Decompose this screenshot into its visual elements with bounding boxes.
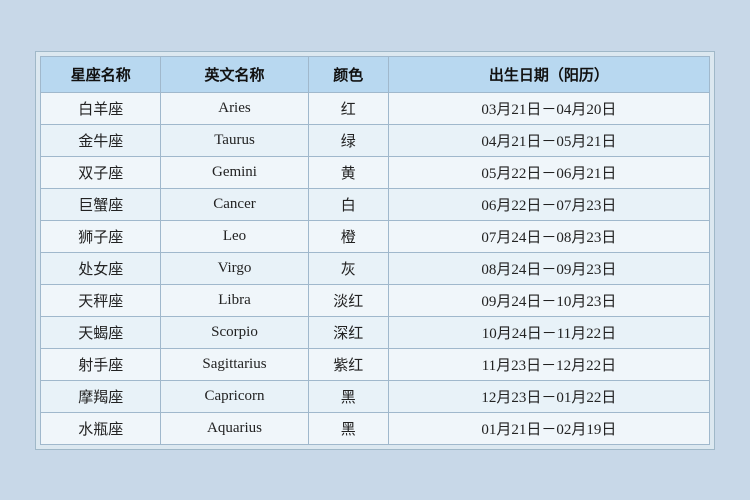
cell-zh: 天秤座 bbox=[41, 284, 161, 316]
cell-en: Taurus bbox=[161, 124, 308, 156]
header-color: 颜色 bbox=[308, 56, 388, 92]
cell-zh: 处女座 bbox=[41, 252, 161, 284]
cell-color: 橙 bbox=[308, 220, 388, 252]
cell-date: 01月21日－02月19日 bbox=[388, 412, 709, 444]
cell-zh: 巨蟹座 bbox=[41, 188, 161, 220]
header-en: 英文名称 bbox=[161, 56, 308, 92]
cell-color: 灰 bbox=[308, 252, 388, 284]
cell-date: 06月22日－07月23日 bbox=[388, 188, 709, 220]
cell-color: 淡红 bbox=[308, 284, 388, 316]
cell-en: Virgo bbox=[161, 252, 308, 284]
cell-color: 深红 bbox=[308, 316, 388, 348]
cell-color: 黑 bbox=[308, 380, 388, 412]
cell-en: Cancer bbox=[161, 188, 308, 220]
cell-date: 04月21日－05月21日 bbox=[388, 124, 709, 156]
cell-color: 绿 bbox=[308, 124, 388, 156]
table-row: 狮子座Leo橙07月24日－08月23日 bbox=[41, 220, 710, 252]
cell-color: 红 bbox=[308, 92, 388, 124]
cell-en: Capricorn bbox=[161, 380, 308, 412]
cell-color: 黑 bbox=[308, 412, 388, 444]
cell-zh: 双子座 bbox=[41, 156, 161, 188]
cell-color: 黄 bbox=[308, 156, 388, 188]
table-row: 摩羯座Capricorn黑12月23日－01月22日 bbox=[41, 380, 710, 412]
zodiac-table-container: 星座名称 英文名称 颜色 出生日期（阳历） 白羊座Aries红03月21日－04… bbox=[35, 51, 715, 450]
cell-zh: 金牛座 bbox=[41, 124, 161, 156]
cell-date: 12月23日－01月22日 bbox=[388, 380, 709, 412]
cell-zh: 射手座 bbox=[41, 348, 161, 380]
cell-zh: 狮子座 bbox=[41, 220, 161, 252]
table-row: 天秤座Libra淡红09月24日－10月23日 bbox=[41, 284, 710, 316]
cell-color: 紫红 bbox=[308, 348, 388, 380]
table-row: 白羊座Aries红03月21日－04月20日 bbox=[41, 92, 710, 124]
cell-en: Aquarius bbox=[161, 412, 308, 444]
cell-color: 白 bbox=[308, 188, 388, 220]
cell-zh: 摩羯座 bbox=[41, 380, 161, 412]
cell-date: 10月24日－11月22日 bbox=[388, 316, 709, 348]
cell-en: Leo bbox=[161, 220, 308, 252]
cell-date: 05月22日－06月21日 bbox=[388, 156, 709, 188]
table-row: 射手座Sagittarius紫红11月23日－12月22日 bbox=[41, 348, 710, 380]
cell-en: Gemini bbox=[161, 156, 308, 188]
table-row: 天蝎座Scorpio深红10月24日－11月22日 bbox=[41, 316, 710, 348]
header-zh: 星座名称 bbox=[41, 56, 161, 92]
cell-en: Libra bbox=[161, 284, 308, 316]
cell-zh: 白羊座 bbox=[41, 92, 161, 124]
cell-date: 03月21日－04月20日 bbox=[388, 92, 709, 124]
cell-date: 09月24日－10月23日 bbox=[388, 284, 709, 316]
table-row: 双子座Gemini黄05月22日－06月21日 bbox=[41, 156, 710, 188]
cell-date: 11月23日－12月22日 bbox=[388, 348, 709, 380]
zodiac-table: 星座名称 英文名称 颜色 出生日期（阳历） 白羊座Aries红03月21日－04… bbox=[40, 56, 710, 445]
cell-en: Aries bbox=[161, 92, 308, 124]
table-row: 巨蟹座Cancer白06月22日－07月23日 bbox=[41, 188, 710, 220]
table-row: 金牛座Taurus绿04月21日－05月21日 bbox=[41, 124, 710, 156]
table-header-row: 星座名称 英文名称 颜色 出生日期（阳历） bbox=[41, 56, 710, 92]
cell-en: Scorpio bbox=[161, 316, 308, 348]
cell-zh: 水瓶座 bbox=[41, 412, 161, 444]
cell-date: 08月24日－09月23日 bbox=[388, 252, 709, 284]
header-date: 出生日期（阳历） bbox=[388, 56, 709, 92]
cell-date: 07月24日－08月23日 bbox=[388, 220, 709, 252]
table-row: 处女座Virgo灰08月24日－09月23日 bbox=[41, 252, 710, 284]
cell-en: Sagittarius bbox=[161, 348, 308, 380]
table-row: 水瓶座Aquarius黑01月21日－02月19日 bbox=[41, 412, 710, 444]
cell-zh: 天蝎座 bbox=[41, 316, 161, 348]
